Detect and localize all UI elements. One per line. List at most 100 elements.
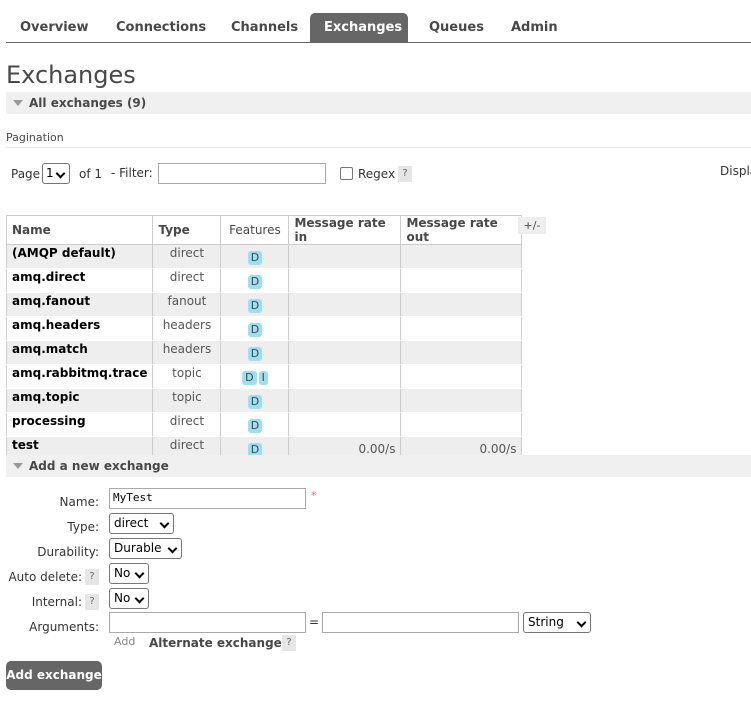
exchange-name-cell[interactable]: processing [5,412,154,437]
durability-select[interactable]: Durable [109,538,182,559]
alternate-exchange-link[interactable]: Alternate exchange [149,636,282,650]
message-rate-in-cell [288,316,402,341]
message-rate-in-cell [288,388,402,413]
tab-admin[interactable]: Admin [497,13,567,42]
durable-badge: D [247,323,263,337]
exchange-type-cell: direct [152,412,222,437]
exchange-type-cell: topic [152,388,222,413]
alternate-exchange-help-icon[interactable]: ? [282,635,296,651]
message-rate-in-cell [288,268,402,293]
features-cell: D [220,340,290,365]
durable-badge: D [247,419,263,433]
auto-delete-help-icon[interactable]: ? [85,569,99,585]
exchange-type-cell: headers [152,340,222,365]
message-rate-in-cell [288,292,402,317]
column-header-name: Name [5,215,154,245]
features-cell: D [220,412,290,437]
internal-select-value: No [114,591,131,605]
divider [6,147,751,148]
arguments-label: Arguments: [29,620,99,634]
table-row: amq.rabbitmq.trace topic D I [5,364,523,389]
section-title: Add a new exchange [29,459,169,473]
internal-badge: I [258,371,268,385]
argument-value-input[interactable] [322,612,519,633]
section-title: All exchanges [29,96,123,110]
columns-toggle-button[interactable]: +/- [518,217,546,234]
durable-badge: D [242,371,257,385]
argument-type-select-value: String [528,615,564,629]
all-exchanges-section-toggle[interactable]: All exchanges (9) [6,92,751,114]
durable-badge: D [247,275,263,289]
tab-channels[interactable]: Channels [217,13,303,42]
features-cell: D [220,292,290,317]
exchange-type-cell: headers [152,316,222,341]
durable-badge: D [247,395,263,409]
regex-label: Regex [358,167,396,181]
equals-sign: = [309,615,320,629]
type-select-value: direct [114,516,149,530]
page-select[interactable]: 1 [42,163,70,184]
exchange-type-cell: direct [152,244,222,269]
exchanges-table: Name Type Features Message rate in Messa… [5,215,523,461]
page-title: Exchanges [6,61,136,89]
table-row: processing direct D [5,412,523,437]
exchange-name-cell[interactable]: amq.match [5,340,154,365]
auto-delete-label: Auto delete: [8,570,82,584]
table-row: amq.headers headers D [5,316,523,341]
name-input[interactable]: MyTest [109,488,306,509]
column-header-features: Features [220,215,290,245]
required-marker: * [311,489,317,502]
internal-select[interactable]: No [109,588,149,609]
type-label: Type: [67,520,99,534]
pagination-label: Pagination [6,131,64,144]
filter-label: - Filter: [111,166,153,180]
durable-badge: D [247,299,263,313]
message-rate-out-cell [400,244,523,269]
exchange-type-cell: fanout [152,292,222,317]
filter-input[interactable] [158,163,326,184]
message-rate-out-cell [400,340,523,365]
regex-checkbox[interactable] [340,167,353,180]
argument-key-input[interactable] [109,612,306,633]
tab-exchanges[interactable]: Exchanges [310,13,408,42]
message-rate-out-cell [400,316,523,341]
add-argument-link[interactable]: Add [114,635,135,648]
exchange-name-cell[interactable]: amq.headers [5,316,154,341]
exchange-name-cell[interactable]: (AMQP default) [5,244,154,269]
collapse-triangle-icon [13,100,23,106]
message-rate-in-cell [288,340,402,365]
durability-label: Durability: [37,545,99,559]
message-rate-in-cell [288,244,402,269]
features-cell: D [220,316,290,341]
message-rate-out-cell [400,268,523,293]
display-label: Displa [720,164,751,178]
internal-help-icon[interactable]: ? [85,594,99,610]
exchange-name-cell[interactable]: amq.fanout [5,292,154,317]
message-rate-out-cell [400,364,523,389]
tab-queues[interactable]: Queues [415,13,489,42]
regex-help-icon[interactable]: ? [398,166,412,182]
tab-overview[interactable]: Overview [6,13,95,42]
exchange-name-cell[interactable]: amq.topic [5,388,154,413]
features-cell: D [220,244,290,269]
exchange-name-cell[interactable]: amq.rabbitmq.trace [5,364,154,389]
message-rate-out-cell [400,292,523,317]
features-cell: D [220,388,290,413]
durable-badge: D [247,347,263,361]
message-rate-in-cell [288,412,402,437]
message-rate-in-cell [288,364,402,389]
column-header-rate-in: Message rate in [288,215,402,245]
argument-type-select[interactable]: String [523,612,591,633]
exchange-name-cell[interactable]: amq.direct [5,268,154,293]
add-exchange-button[interactable]: Add exchange [6,661,102,690]
table-row: amq.topic topic D [5,388,523,413]
table-header-row: Name Type Features Message rate in Messa… [5,215,523,245]
page-count-label: of 1 [79,167,103,181]
message-rate-out-cell [400,388,523,413]
type-select[interactable]: direct [109,513,174,534]
auto-delete-select[interactable]: No [109,563,149,584]
collapse-triangle-icon [13,463,23,469]
name-label: Name: [59,495,99,509]
add-exchange-section-toggle[interactable]: Add a new exchange [6,455,751,477]
tab-connections[interactable]: Connections [102,13,209,42]
